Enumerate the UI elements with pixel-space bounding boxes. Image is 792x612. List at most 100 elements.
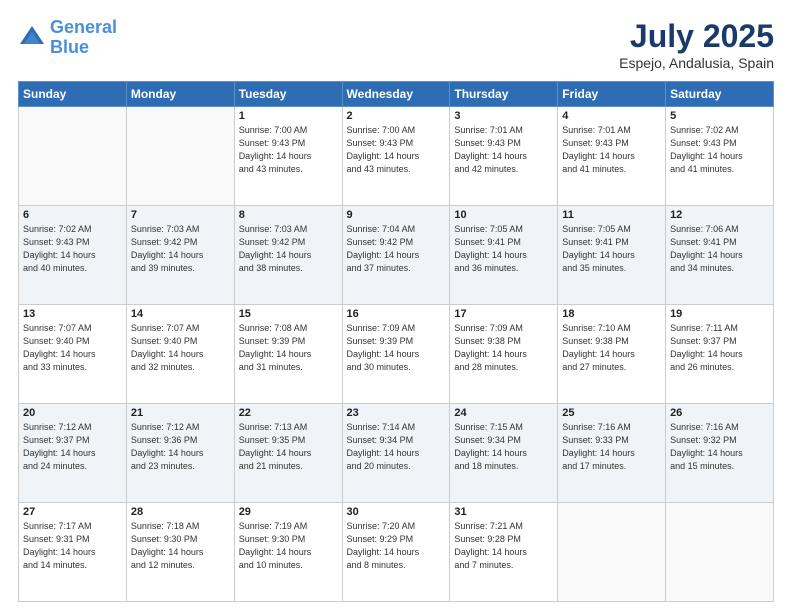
page: General Blue July 2025 Espejo, Andalusia… — [0, 0, 792, 612]
day-info: Sunrise: 7:02 AM Sunset: 9:43 PM Dayligh… — [670, 124, 769, 176]
table-row: 30 Sunrise: 7:20 AM Sunset: 9:29 PM Dayli… — [342, 503, 450, 602]
table-row — [666, 503, 774, 602]
day-info: Sunrise: 7:03 AM Sunset: 9:42 PM Dayligh… — [131, 223, 230, 275]
day-number: 22 — [239, 407, 338, 419]
table-row: 14 Sunrise: 7:07 AM Sunset: 9:40 PM Dayli… — [126, 305, 234, 404]
day-number: 31 — [454, 506, 553, 518]
day-number: 29 — [239, 506, 338, 518]
day-info: Sunrise: 7:19 AM Sunset: 9:30 PM Dayligh… — [239, 520, 338, 572]
table-row: 1 Sunrise: 7:00 AM Sunset: 9:43 PM Daylig… — [234, 107, 342, 206]
col-thursday: Thursday — [450, 82, 558, 107]
day-number: 27 — [23, 506, 122, 518]
logo-text: General Blue — [50, 18, 117, 58]
table-row: 10Sunrise: 7:05 AM Sunset: 9:41 PM Dayli… — [450, 206, 558, 305]
table-row: 19Sunrise: 7:11 AM Sunset: 9:37 PM Dayli… — [666, 305, 774, 404]
month-year: July 2025 — [619, 18, 774, 55]
day-number: 30 — [347, 506, 446, 518]
table-row: 9 Sunrise: 7:04 AM Sunset: 9:42 PM Daylig… — [342, 206, 450, 305]
day-info: Sunrise: 7:10 AM Sunset: 9:38 PM Dayligh… — [562, 322, 661, 374]
day-number: 16 — [347, 308, 446, 320]
table-row: 21Sunrise: 7:12 AM Sunset: 9:36 PM Dayli… — [126, 404, 234, 503]
table-row: 12Sunrise: 7:06 AM Sunset: 9:41 PM Dayli… — [666, 206, 774, 305]
calendar-week-row: 27 Sunrise: 7:17 AM Sunset: 9:31 PM Dayli… — [19, 503, 774, 602]
calendar-week-row: 13 Sunrise: 7:07 AM Sunset: 9:40 PM Dayli… — [19, 305, 774, 404]
day-info: Sunrise: 7:14 AM Sunset: 9:34 PM Dayligh… — [347, 421, 446, 473]
day-info: Sunrise: 7:07 AM Sunset: 9:40 PM Dayligh… — [131, 322, 230, 374]
day-info: Sunrise: 7:20 AM Sunset: 9:29 PM Dayligh… — [347, 520, 446, 572]
table-row: 23Sunrise: 7:14 AM Sunset: 9:34 PM Dayli… — [342, 404, 450, 503]
day-number: 14 — [131, 308, 230, 320]
day-info: Sunrise: 7:16 AM Sunset: 9:32 PM Dayligh… — [670, 421, 769, 473]
day-info: Sunrise: 7:03 AM Sunset: 9:42 PM Dayligh… — [239, 223, 338, 275]
day-number: 7 — [131, 209, 230, 221]
table-row: 11 Sunrise: 7:05 AM Sunset: 9:41 PM Dayli… — [558, 206, 666, 305]
table-row: 20 Sunrise: 7:12 AM Sunset: 9:37 PM Dayli… — [19, 404, 127, 503]
day-number: 8 — [239, 209, 338, 221]
table-row: 13 Sunrise: 7:07 AM Sunset: 9:40 PM Dayli… — [19, 305, 127, 404]
col-wednesday: Wednesday — [342, 82, 450, 107]
table-row: 28 Sunrise: 7:18 AM Sunset: 9:30 PM Dayli… — [126, 503, 234, 602]
day-number: 26 — [670, 407, 769, 419]
col-monday: Monday — [126, 82, 234, 107]
table-row: 3Sunrise: 7:01 AM Sunset: 9:43 PM Daylig… — [450, 107, 558, 206]
day-number: 6 — [23, 209, 122, 221]
day-info: Sunrise: 7:01 AM Sunset: 9:43 PM Dayligh… — [454, 124, 553, 176]
day-number: 4 — [562, 110, 661, 122]
day-number: 1 — [239, 110, 338, 122]
day-number: 28 — [131, 506, 230, 518]
day-number: 13 — [23, 308, 122, 320]
table-row — [19, 107, 127, 206]
day-number: 19 — [670, 308, 769, 320]
table-row: 17 Sunrise: 7:09 AM Sunset: 9:38 PM Dayli… — [450, 305, 558, 404]
day-number: 9 — [347, 209, 446, 221]
day-info: Sunrise: 7:12 AM Sunset: 9:36 PM Dayligh… — [131, 421, 230, 473]
table-row: 25 Sunrise: 7:16 AM Sunset: 9:33 PM Dayli… — [558, 404, 666, 503]
day-info: Sunrise: 7:07 AM Sunset: 9:40 PM Dayligh… — [23, 322, 122, 374]
table-row: 5Sunrise: 7:02 AM Sunset: 9:43 PM Daylig… — [666, 107, 774, 206]
logo-blue: Blue — [50, 37, 89, 57]
location: Espejo, Andalusia, Spain — [619, 55, 774, 71]
day-number: 25 — [562, 407, 661, 419]
day-info: Sunrise: 7:17 AM Sunset: 9:31 PM Dayligh… — [23, 520, 122, 572]
day-number: 10 — [454, 209, 553, 221]
day-number: 17 — [454, 308, 553, 320]
day-info: Sunrise: 7:13 AM Sunset: 9:35 PM Dayligh… — [239, 421, 338, 473]
day-info: Sunrise: 7:00 AM Sunset: 9:43 PM Dayligh… — [239, 124, 338, 176]
table-row: 26 Sunrise: 7:16 AM Sunset: 9:32 PM Dayli… — [666, 404, 774, 503]
col-tuesday: Tuesday — [234, 82, 342, 107]
calendar-week-row: 1 Sunrise: 7:00 AM Sunset: 9:43 PM Daylig… — [19, 107, 774, 206]
day-number: 18 — [562, 308, 661, 320]
day-number: 11 — [562, 209, 661, 221]
table-row — [558, 503, 666, 602]
table-row: 16Sunrise: 7:09 AM Sunset: 9:39 PM Dayli… — [342, 305, 450, 404]
col-sunday: Sunday — [19, 82, 127, 107]
day-number: 2 — [347, 110, 446, 122]
calendar-header-row: Sunday Monday Tuesday Wednesday Thursday… — [19, 82, 774, 107]
day-info: Sunrise: 7:18 AM Sunset: 9:30 PM Dayligh… — [131, 520, 230, 572]
table-row: 27 Sunrise: 7:17 AM Sunset: 9:31 PM Dayli… — [19, 503, 127, 602]
table-row: 15 Sunrise: 7:08 AM Sunset: 9:39 PM Dayli… — [234, 305, 342, 404]
table-row: 7 Sunrise: 7:03 AM Sunset: 9:42 PM Daylig… — [126, 206, 234, 305]
table-row: 22 Sunrise: 7:13 AM Sunset: 9:35 PM Dayli… — [234, 404, 342, 503]
header: General Blue July 2025 Espejo, Andalusia… — [18, 18, 774, 71]
day-info: Sunrise: 7:05 AM Sunset: 9:41 PM Dayligh… — [562, 223, 661, 275]
col-saturday: Saturday — [666, 82, 774, 107]
table-row: 29 Sunrise: 7:19 AM Sunset: 9:30 PM Dayli… — [234, 503, 342, 602]
day-info: Sunrise: 7:08 AM Sunset: 9:39 PM Dayligh… — [239, 322, 338, 374]
table-row: 31Sunrise: 7:21 AM Sunset: 9:28 PM Dayli… — [450, 503, 558, 602]
table-row: 6Sunrise: 7:02 AM Sunset: 9:43 PM Daylig… — [19, 206, 127, 305]
day-number: 20 — [23, 407, 122, 419]
day-info: Sunrise: 7:15 AM Sunset: 9:34 PM Dayligh… — [454, 421, 553, 473]
day-info: Sunrise: 7:16 AM Sunset: 9:33 PM Dayligh… — [562, 421, 661, 473]
day-info: Sunrise: 7:00 AM Sunset: 9:43 PM Dayligh… — [347, 124, 446, 176]
title-block: July 2025 Espejo, Andalusia, Spain — [619, 18, 774, 71]
logo-general: General — [50, 17, 117, 37]
day-info: Sunrise: 7:04 AM Sunset: 9:42 PM Dayligh… — [347, 223, 446, 275]
day-info: Sunrise: 7:09 AM Sunset: 9:38 PM Dayligh… — [454, 322, 553, 374]
day-info: Sunrise: 7:12 AM Sunset: 9:37 PM Dayligh… — [23, 421, 122, 473]
day-info: Sunrise: 7:06 AM Sunset: 9:41 PM Dayligh… — [670, 223, 769, 275]
table-row: 8 Sunrise: 7:03 AM Sunset: 9:42 PM Daylig… — [234, 206, 342, 305]
table-row — [126, 107, 234, 206]
day-info: Sunrise: 7:01 AM Sunset: 9:43 PM Dayligh… — [562, 124, 661, 176]
day-number: 15 — [239, 308, 338, 320]
